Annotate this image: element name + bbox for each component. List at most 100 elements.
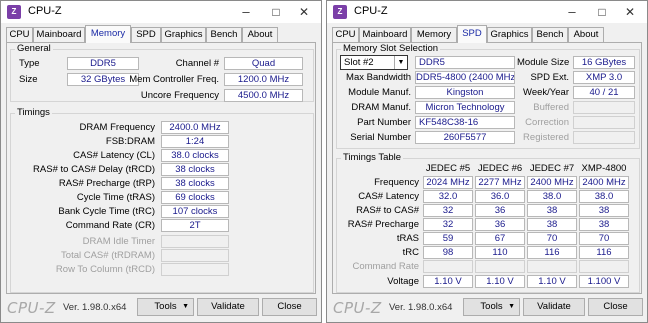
table-row-label-ras-precharge: RAS# Precharge	[347, 219, 419, 230]
table-cell: 67	[475, 232, 525, 245]
tab-about[interactable]: About	[242, 27, 278, 42]
table-row-label-frequency: Frequency	[374, 177, 419, 188]
general-group-title: General	[15, 43, 53, 54]
close-button[interactable]: Close	[262, 298, 317, 316]
timing-value-command-rate: 2T	[161, 219, 229, 232]
validate-button[interactable]: Validate	[523, 298, 585, 316]
dram-manuf-label: DRAM Manuf.	[351, 102, 411, 113]
minimize-icon[interactable]: –	[231, 1, 261, 23]
slot-select[interactable]: Slot #2 ▼	[340, 55, 408, 70]
uncore-value: 4500.0 MHz	[224, 89, 303, 102]
timing-value-dram-frequency: 2400.0 MHz	[161, 121, 229, 134]
table-cell: 36	[475, 218, 525, 231]
table-cell: 70	[527, 232, 577, 245]
table-cell: 2400 MHz	[527, 176, 577, 189]
general-group: General Type DDR5 Size 32 GBytes Channel…	[10, 43, 314, 102]
table-row-label-ras-to-cas: RAS# to CAS#	[356, 205, 419, 216]
tab-mainboard[interactable]: Mainboard	[33, 27, 85, 42]
dram-manuf-value: Micron Technology	[415, 101, 515, 114]
timings-group: Timings DRAM Frequency 2400.0 MHz FSB:DR…	[10, 107, 314, 293]
timings-table-title: Timings Table	[341, 152, 404, 163]
maximize-icon[interactable]: □	[261, 1, 291, 23]
table-cell: 110	[475, 246, 525, 259]
module-size-label: Module Size	[517, 57, 570, 68]
timings-group-title: Timings	[15, 107, 52, 118]
timing-value-tras: 69 clocks	[161, 191, 229, 204]
week-year-label: Week/Year	[523, 87, 569, 98]
minimize-icon[interactable]: –	[557, 1, 587, 23]
timing-label-fsb-dram: FSB:DRAM	[105, 136, 155, 147]
type-label: Type	[19, 58, 40, 69]
tab-memory[interactable]: Memory	[411, 27, 457, 42]
max-bandwidth-value: DDR5-4800 (2400 MHz)	[415, 71, 515, 84]
timing-label-command-rate: Command Rate (CR)	[65, 220, 155, 231]
chevron-down-icon: ▼	[394, 56, 407, 69]
validate-button[interactable]: Validate	[197, 298, 259, 316]
table-cell: 2400 MHz	[579, 176, 629, 189]
module-size-value: 16 GBytes	[573, 56, 635, 69]
tab-mainboard[interactable]: Mainboard	[359, 27, 411, 42]
close-icon[interactable]: ✕	[289, 1, 319, 23]
table-cell: 70	[579, 232, 629, 245]
timings-table-group: Timings Table JEDEC #5 JEDEC #6 JEDEC #7…	[336, 152, 640, 293]
cpuz-window-spd: Z CPU-Z – □ ✕ CPU Mainboard Memory SPD G…	[326, 0, 648, 323]
window-title: CPU-Z	[354, 5, 388, 17]
buffered-label: Buffered	[533, 102, 569, 113]
table-cell: 1.10 V	[527, 275, 577, 288]
tab-about[interactable]: About	[568, 27, 604, 42]
table-cell: 38	[579, 218, 629, 231]
tab-bench[interactable]: Bench	[206, 27, 242, 42]
module-manuf-value: Kingston	[415, 86, 515, 99]
table-cell: 32	[423, 204, 473, 217]
footer-bar: CPU-Z Ver. 1.98.0.x64 Tools ▼ Validate C…	[1, 295, 321, 322]
table-cell: 1.10 V	[475, 275, 525, 288]
window-title: CPU-Z	[28, 5, 62, 17]
tab-memory[interactable]: Memory	[85, 25, 131, 43]
tab-graphics[interactable]: Graphics	[487, 27, 532, 42]
tab-cpu[interactable]: CPU	[332, 27, 359, 42]
max-bandwidth-label: Max Bandwidth	[346, 72, 411, 83]
tools-button[interactable]: Tools ▼	[137, 298, 194, 316]
table-cell: 38	[527, 218, 577, 231]
correction-label: Correction	[525, 117, 569, 128]
close-icon[interactable]: ✕	[615, 1, 645, 23]
close-button[interactable]: Close	[588, 298, 643, 316]
timing-value-trcd: 38 clocks	[161, 163, 229, 176]
table-cell	[579, 260, 629, 273]
spd-type-value: DDR5	[415, 56, 515, 69]
cpuz-app-icon: Z	[333, 5, 347, 19]
tools-button[interactable]: Tools ▼	[463, 298, 520, 316]
table-cell: 59	[423, 232, 473, 245]
column-header-jedec5: JEDEC #5	[425, 163, 471, 174]
slot-select-value: Slot #2	[344, 57, 374, 68]
memory-panel: General Type DDR5 Size 32 GBytes Channel…	[6, 42, 316, 294]
title-bar: Z CPU-Z – □ ✕	[1, 1, 321, 23]
timing-label-cas-latency: CAS# Latency (CL)	[73, 150, 155, 161]
table-cell	[423, 260, 473, 273]
timing-label-row-to-column: Row To Column (tRCD)	[55, 264, 155, 275]
spd-ext-value: XMP 3.0	[573, 71, 635, 84]
tab-cpu[interactable]: CPU	[6, 27, 33, 42]
buffered-value	[573, 101, 635, 114]
tab-bench[interactable]: Bench	[532, 27, 568, 42]
maximize-icon[interactable]: □	[587, 1, 617, 23]
version-text: Ver. 1.98.0.x64	[389, 302, 453, 313]
part-number-value: KF548C38-16	[415, 116, 515, 129]
table-row-label-cas-latency: CAS# Latency	[358, 191, 419, 202]
type-value: DDR5	[67, 57, 139, 70]
table-cell: 32.0	[423, 190, 473, 203]
cpuz-logo: CPU-Z	[333, 299, 382, 317]
title-bar: Z CPU-Z – □ ✕	[327, 1, 647, 23]
tab-graphics[interactable]: Graphics	[161, 27, 206, 42]
timing-label-trcd: RAS# to CAS# Delay (tRCD)	[33, 164, 155, 175]
spd-panel: Memory Slot Selection Slot #2 ▼ DDR5 Mod…	[332, 42, 642, 294]
correction-value	[573, 116, 635, 129]
chevron-down-icon: ▼	[508, 303, 515, 310]
cpuz-app-icon: Z	[7, 5, 21, 19]
column-header-jedec7: JEDEC #7	[529, 163, 575, 174]
tab-spd[interactable]: SPD	[457, 25, 487, 43]
tab-spd[interactable]: SPD	[131, 27, 161, 42]
timing-value-trc: 107 clocks	[161, 205, 229, 218]
table-cell: 38.0	[527, 190, 577, 203]
version-text: Ver. 1.98.0.x64	[63, 302, 127, 313]
